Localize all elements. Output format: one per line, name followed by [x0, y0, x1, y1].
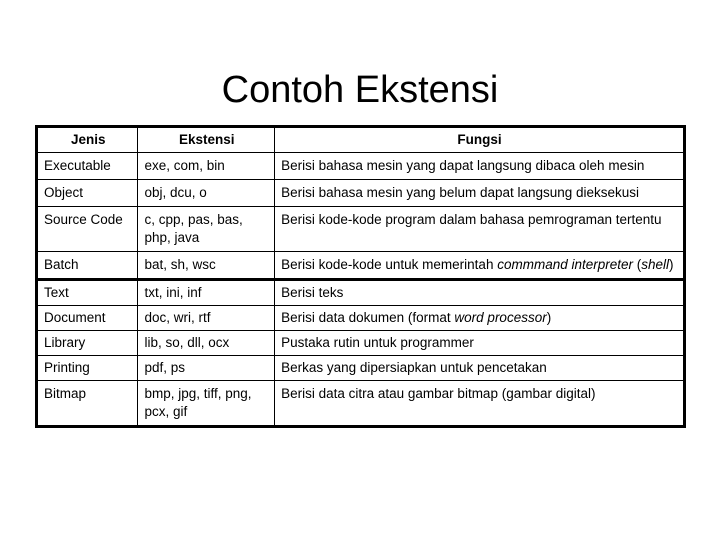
- fungsi-italic-command: commmand interpreter: [497, 256, 634, 272]
- cell-fungsi: Berisi bahasa mesin yang dapat langsung …: [274, 152, 685, 181]
- table-body: Executable exe, com, bin Berisi bahasa m…: [35, 152, 685, 427]
- cell-fungsi: Berisi kode-kode program dalam bahasa pe…: [274, 206, 685, 252]
- cell-jenis: Text: [35, 278, 139, 306]
- fungsi-italic-word-processor: word processor: [454, 309, 547, 325]
- cell-fungsi: Berkas yang dipersiapkan untuk pencetaka…: [274, 355, 685, 382]
- fungsi-tail: ): [546, 309, 552, 325]
- table-header-row: Jenis Ekstensi Fungsi: [35, 125, 685, 154]
- column-header-fungsi: Fungsi: [274, 125, 685, 154]
- slide: Contoh Ekstensi Jenis Ekstensi Fungsi Ex…: [0, 0, 720, 540]
- cell-fungsi: Berisi teks: [274, 278, 685, 306]
- table-row: Library lib, so, dll, ocx Pustaka rutin …: [35, 330, 685, 357]
- cell-jenis: Source Code: [35, 206, 139, 252]
- table-row: Batch bat, sh, wsc Berisi kode-kode untu…: [35, 250, 685, 281]
- cell-ekstensi: bmp, jpg, tiff, png, pcx, gif: [137, 380, 276, 427]
- fungsi-lead: Berisi data dokumen (format: [281, 309, 455, 325]
- cell-ekstensi: txt, ini, inf: [137, 278, 276, 306]
- fungsi-lead: Berisi kode-kode untuk memerintah: [281, 256, 498, 272]
- fungsi-italic-shell: shell: [641, 256, 670, 272]
- fungsi-tail: ): [669, 256, 674, 272]
- cell-fungsi: Berisi bahasa mesin yang belum dapat lan…: [274, 179, 685, 208]
- cell-ekstensi: bat, sh, wsc: [137, 250, 276, 281]
- cell-ekstensi: lib, so, dll, ocx: [137, 330, 276, 357]
- cell-jenis: Printing: [35, 355, 139, 382]
- cell-fungsi: Berisi kode-kode untuk memerintah commma…: [274, 250, 685, 281]
- column-header-ekstensi: Ekstensi: [137, 125, 276, 154]
- table-row: Text txt, ini, inf Berisi teks: [35, 278, 685, 306]
- extension-table: Jenis Ekstensi Fungsi Executable exe, co…: [35, 125, 686, 428]
- cell-ekstensi: doc, wri, rtf: [137, 304, 276, 332]
- cell-jenis: Document: [35, 304, 139, 332]
- table-row: Source Code c, cpp, pas, bas, php, java …: [35, 206, 685, 252]
- table-row: Object obj, dcu, o Berisi bahasa mesin y…: [35, 179, 685, 208]
- column-header-jenis: Jenis: [35, 125, 139, 154]
- extension-table-container: Jenis Ekstensi Fungsi Executable exe, co…: [35, 125, 686, 428]
- table-row: Document doc, wri, rtf Berisi data dokum…: [35, 304, 685, 332]
- page-title: Contoh Ekstensi: [221, 69, 499, 112]
- table-row: Executable exe, com, bin Berisi bahasa m…: [35, 152, 685, 181]
- table-header: Jenis Ekstensi Fungsi: [35, 125, 685, 154]
- table-row: Bitmap bmp, jpg, tiff, png, pcx, gif Ber…: [35, 380, 685, 427]
- cell-jenis: Library: [35, 330, 139, 357]
- cell-jenis: Bitmap: [35, 380, 139, 427]
- cell-fungsi: Berisi data citra atau gambar bitmap (ga…: [274, 380, 685, 427]
- cell-ekstensi: pdf, ps: [137, 355, 276, 382]
- cell-fungsi: Pustaka rutin untuk programmer: [274, 330, 685, 357]
- cell-jenis: Batch: [35, 250, 139, 281]
- cell-ekstensi: c, cpp, pas, bas, php, java: [137, 206, 276, 252]
- cell-jenis: Object: [35, 179, 139, 208]
- cell-ekstensi: exe, com, bin: [137, 152, 276, 181]
- cell-fungsi: Berisi data dokumen (format word process…: [274, 304, 685, 332]
- cell-jenis: Executable: [35, 152, 139, 181]
- cell-ekstensi: obj, dcu, o: [137, 179, 276, 208]
- table-row: Printing pdf, ps Berkas yang dipersiapka…: [35, 355, 685, 382]
